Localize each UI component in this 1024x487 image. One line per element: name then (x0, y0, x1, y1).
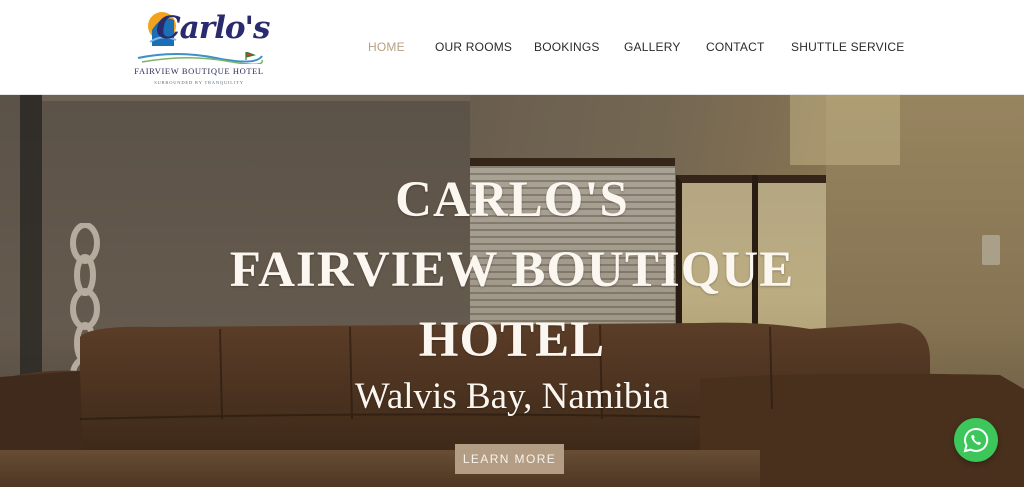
hero-title-line-3: HOTEL (418, 312, 606, 368)
nav-bookings[interactable]: BOOKINGS (534, 40, 600, 54)
learn-more-button[interactable]: LEARN MORE (455, 444, 564, 474)
whatsapp-chat-button[interactable] (954, 418, 998, 462)
hero-title-line-2: FAIRVIEW BOUTIQUE (229, 242, 795, 298)
hero-banner: CARLO'S FAIRVIEW BOUTIQUE HOTEL Walvis B… (0, 95, 1024, 487)
nav-home[interactable]: HOME (368, 40, 405, 54)
hero-title-line-1: CARLO'S (395, 172, 629, 228)
site-header: Carlo's FAIRVIEW BOUTIQUE HOTEL SURROUND… (0, 0, 1024, 95)
logo-hotel-name: FAIRVIEW BOUTIQUE HOTEL (134, 66, 264, 76)
nav-our-rooms[interactable]: OUR ROOMS (435, 40, 512, 54)
whatsapp-icon (963, 427, 989, 453)
hero-title: CARLO'S FAIRVIEW BOUTIQUE HOTEL (0, 165, 1024, 375)
nav-contact[interactable]: CONTACT (706, 40, 765, 54)
main-nav: HOME OUR ROOMS BOOKINGS GALLERY CONTACT … (0, 40, 1024, 54)
logo-tagline: SURROUNDED BY TRANQUILITY (154, 80, 244, 85)
nav-shuttle-service[interactable]: SHUTTLE SERVICE (791, 40, 904, 54)
nav-gallery[interactable]: GALLERY (624, 40, 681, 54)
hero-subtitle: Walvis Bay, Namibia (354, 376, 670, 417)
